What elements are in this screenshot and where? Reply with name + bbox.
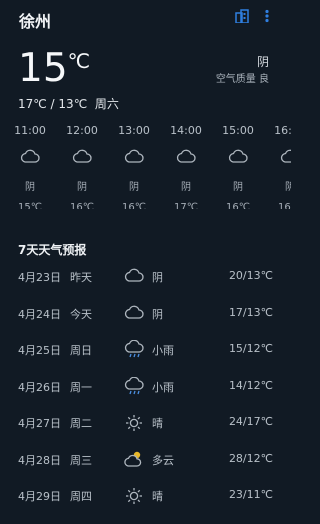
more-options-icon[interactable] bbox=[265, 9, 269, 23]
forecast-condition: 小雨 bbox=[152, 344, 174, 357]
hourly-time: 12:00 bbox=[66, 124, 98, 137]
forecast-condition: 阴 bbox=[152, 307, 163, 321]
cloud-icon bbox=[108, 148, 160, 170]
forecast-weekday: 周一 bbox=[70, 380, 92, 394]
hourly-forecast[interactable]: 11:00 阴 15℃ 12:00 阴 16℃ 13:00 阴 16℃ 14:00 阴 17℃ 15:0… bbox=[0, 124, 291, 209]
forecast-row[interactable]: 4月27日 周二 晴 24/17℃ bbox=[0, 415, 291, 451]
today-temp-range: 17℃ / 13℃ bbox=[18, 97, 88, 111]
partly-cloudy-icon bbox=[124, 450, 144, 468]
forecast-condition: 晴 bbox=[152, 490, 163, 503]
forecast-temp-range: 14/12℃ bbox=[228, 378, 273, 392]
hourly-time: 16:00 bbox=[274, 124, 291, 137]
hourly-item: 15:00 阴 16℃ bbox=[212, 124, 264, 209]
hourly-temp: 17℃ bbox=[174, 202, 198, 209]
hourly-item: 14:00 阴 17℃ bbox=[160, 124, 212, 209]
forecast-date: 4月28日 bbox=[18, 453, 61, 467]
cloud-icon bbox=[124, 267, 144, 283]
forecast-weekday: 昨天 bbox=[70, 271, 92, 284]
forecast-row[interactable]: 4月24日 今天 阴 17/13℃ bbox=[0, 304, 291, 342]
rain-icon bbox=[124, 376, 144, 397]
sun-icon bbox=[124, 413, 144, 433]
forecast-condition: 阴 bbox=[152, 271, 163, 284]
city-manage-icon[interactable] bbox=[235, 9, 249, 23]
forecast-condition: 多云 bbox=[152, 453, 174, 467]
forecast-date: 4月23日 bbox=[18, 271, 61, 284]
hourly-item: 13:00 阴 16℃ bbox=[108, 124, 160, 209]
hourly-time: 14:00 bbox=[170, 124, 202, 137]
hourly-temp: 16℃ bbox=[122, 202, 146, 209]
cloud-icon bbox=[212, 148, 264, 170]
hourly-temp: 16℃ bbox=[70, 202, 94, 209]
rain-icon bbox=[124, 340, 144, 360]
forecast-row[interactable]: 4月23日 昨天 阴 20/13℃ bbox=[0, 267, 291, 305]
hourly-time: 15:00 bbox=[222, 124, 254, 137]
city-name[interactable]: 徐州 bbox=[19, 8, 51, 32]
hourly-condition: 阴 bbox=[285, 182, 291, 193]
forecast-weekday: 周四 bbox=[70, 490, 92, 503]
forecast-condition: 晴 bbox=[152, 417, 163, 430]
current-temp-value: 15 bbox=[18, 46, 68, 91]
today-range: 17℃ / 13℃ 周六 bbox=[18, 95, 119, 112]
hourly-time: 11:00 bbox=[14, 124, 46, 137]
forecast-weekday: 周日 bbox=[70, 344, 92, 357]
cloud-icon bbox=[264, 148, 291, 170]
hourly-temp: 16℃ bbox=[278, 202, 291, 209]
forecast-row[interactable]: 4月29日 周四 晴 23/11℃ bbox=[0, 488, 291, 524]
current-condition: 阴 bbox=[256, 55, 269, 69]
forecast-weekday: 周二 bbox=[70, 417, 92, 430]
hourly-temp: 16℃ bbox=[226, 202, 250, 209]
hourly-condition: 阴 bbox=[233, 182, 243, 193]
hourly-condition: 阴 bbox=[129, 182, 139, 193]
forecast-temp-range: 20/13℃ bbox=[228, 269, 273, 282]
hourly-condition: 阴 bbox=[181, 182, 191, 193]
cloud-icon bbox=[4, 148, 56, 170]
hourly-item: 12:00 阴 16℃ bbox=[56, 124, 108, 209]
forecast-temp-range: 17/13℃ bbox=[228, 305, 273, 319]
hourly-item: 11:00 阴 15℃ bbox=[4, 124, 56, 209]
air-quality: 空气质量 良 bbox=[215, 74, 269, 85]
cloud-icon bbox=[160, 148, 212, 170]
top-actions bbox=[235, 9, 269, 23]
forecast-weekday: 今天 bbox=[70, 307, 92, 321]
forecast-title: 7天天气预报 bbox=[18, 243, 87, 257]
forecast-date: 4月29日 bbox=[18, 490, 61, 503]
forecast-temp-range: 15/12℃ bbox=[228, 342, 273, 355]
forecast-row[interactable]: 4月25日 周日 小雨 15/12℃ bbox=[0, 340, 291, 378]
forecast-weekday: 周三 bbox=[70, 453, 92, 467]
cloud-icon bbox=[56, 148, 108, 170]
forecast-date: 4月27日 bbox=[18, 417, 61, 430]
cloud-icon bbox=[124, 304, 144, 320]
forecast-condition: 小雨 bbox=[152, 380, 174, 394]
current-temp-unit: ℃ bbox=[67, 49, 91, 73]
sun-icon bbox=[124, 486, 144, 506]
forecast-date: 4月26日 bbox=[18, 380, 61, 394]
forecast-row[interactable]: 4月26日 周一 小雨 14/12℃ bbox=[0, 376, 291, 415]
hourly-time: 13:00 bbox=[118, 124, 150, 137]
current-temperature: 15℃ bbox=[18, 46, 90, 92]
forecast-row[interactable]: 4月28日 周三 多云 28/12℃ bbox=[0, 450, 291, 488]
forecast-temp-range: 23/11℃ bbox=[228, 488, 273, 501]
forecast-temp-range: 28/12℃ bbox=[228, 451, 273, 465]
today-weekday: 周六 bbox=[94, 97, 119, 111]
hourly-item: 16:00 阴 16℃ bbox=[264, 124, 291, 209]
forecast-temp-range: 24/17℃ bbox=[228, 415, 273, 428]
hourly-condition: 阴 bbox=[25, 182, 35, 193]
forecast-date: 4月24日 bbox=[18, 307, 61, 321]
hourly-temp: 15℃ bbox=[18, 202, 42, 209]
hourly-condition: 阴 bbox=[77, 182, 87, 193]
forecast-date: 4月25日 bbox=[18, 344, 61, 357]
